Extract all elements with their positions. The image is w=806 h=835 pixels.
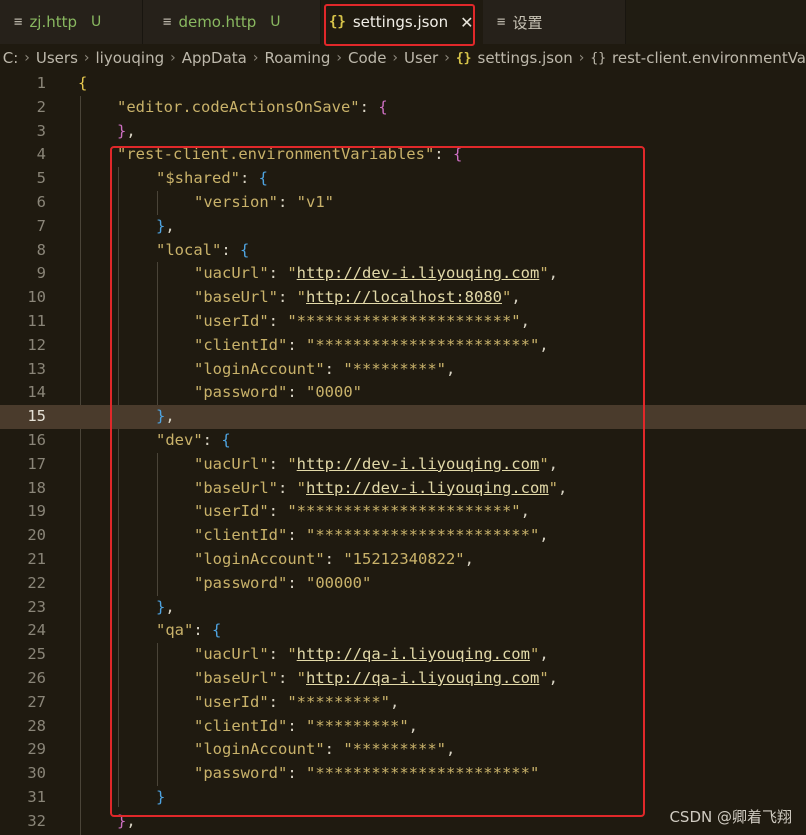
breadcrumb-roaming[interactable]: Roaming [264, 49, 330, 67]
object-symbol-icon: {} [590, 50, 607, 66]
line-number: 12 [27, 335, 46, 354]
breadcrumb-user[interactable]: User [404, 49, 438, 67]
watermark: CSDN @卿着飞翔 [669, 808, 792, 826]
breadcrumb-file[interactable]: settings.json [478, 49, 573, 67]
tab-settings-ui[interactable]: ≡ 设置 [483, 0, 626, 44]
breadcrumb-drive[interactable]: C: [3, 49, 19, 67]
line-number: 32 [27, 811, 46, 830]
code-line: 2 "editor.codeActionsOnSave": { [0, 96, 806, 120]
annotation-box-tab [324, 4, 475, 46]
line-number: 6 [36, 193, 46, 211]
chevron-right-icon: › [578, 50, 585, 66]
brace: { [78, 74, 88, 92]
line-number: 2 [36, 97, 46, 116]
line-number: 14 [27, 383, 46, 402]
line-number: 25 [27, 645, 46, 664]
line-number: 20 [27, 526, 46, 545]
tab-demo-http[interactable]: ≡ demo.http U [143, 0, 321, 44]
file-lines-icon: ≡ [14, 14, 23, 30]
line-number: 7 [36, 216, 46, 235]
line-number: 1 [36, 74, 46, 92]
line-number: 19 [27, 502, 46, 521]
chevron-right-icon: › [444, 50, 450, 66]
line-number: 8 [36, 240, 46, 259]
line-number: 24 [27, 621, 46, 640]
breadcrumb-appdata[interactable]: AppData [182, 49, 247, 67]
breadcrumb-symbol[interactable]: rest-client.environmentVa [612, 49, 806, 67]
tab-zj-http[interactable]: ≡ zj.http U [0, 0, 143, 44]
breadcrumb-code[interactable]: Code [348, 49, 386, 67]
annotation-box-code [110, 146, 645, 817]
line-number: 17 [27, 454, 46, 473]
chevron-right-icon: › [170, 50, 176, 66]
chevron-right-icon: › [252, 50, 259, 66]
line-number: 16 [27, 431, 46, 449]
line-number: 23 [27, 597, 46, 616]
line-number: 21 [27, 550, 46, 568]
line-number: 15 [27, 407, 46, 426]
line-number: 22 [27, 573, 46, 592]
line-number: 3 [36, 121, 46, 140]
line-number: 30 [27, 764, 46, 783]
line-number: 28 [27, 716, 46, 735]
breadcrumb-user-folder[interactable]: liyouqing [96, 49, 165, 67]
line-number: 13 [27, 359, 46, 378]
json-key: "editor.codeActionsOnSave" [117, 97, 360, 116]
chevron-right-icon: › [336, 50, 343, 66]
line-number: 4 [36, 145, 46, 164]
chevron-right-icon: › [392, 50, 399, 66]
line-number: 26 [27, 669, 46, 687]
line-number: 31 [27, 788, 46, 806]
code-line: 3}, [0, 120, 806, 144]
file-lines-icon: ≡ [163, 14, 172, 30]
breadcrumb-users[interactable]: Users [36, 49, 78, 67]
line-number: 11 [27, 312, 46, 330]
tab-label: zj.http [29, 13, 78, 31]
line-number: 5 [36, 169, 46, 188]
json-braces-icon: {} [455, 50, 472, 66]
line-number: 27 [27, 692, 46, 711]
line-number: 29 [27, 740, 46, 759]
untracked-badge: U [270, 14, 281, 30]
tab-label: 设置 [512, 13, 543, 32]
breadcrumb: C: › Users › liyouqing › AppData › Roami… [0, 44, 806, 72]
untracked-badge: U [91, 14, 102, 30]
chevron-right-icon: › [24, 50, 30, 66]
file-lines-icon: ≡ [497, 14, 506, 30]
chevron-right-icon: › [83, 50, 90, 66]
code-line: 1{ [0, 72, 806, 96]
line-number: 10 [27, 288, 46, 307]
line-number: 18 [27, 478, 46, 497]
tab-label: demo.http [178, 13, 257, 31]
line-number: 9 [36, 264, 46, 283]
